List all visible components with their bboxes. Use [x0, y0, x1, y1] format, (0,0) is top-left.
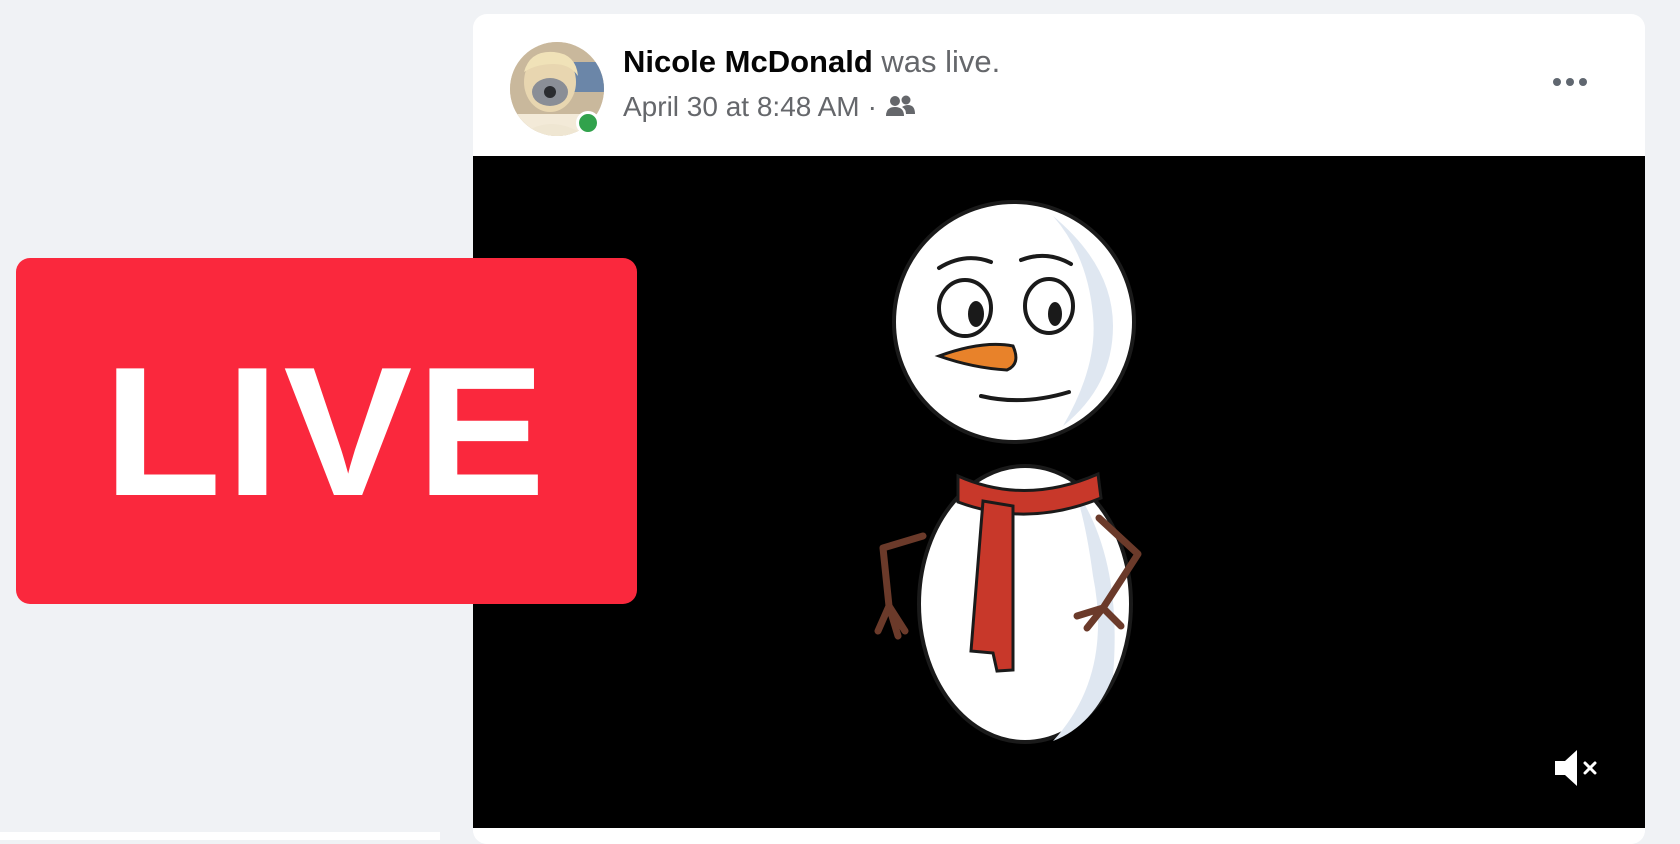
more-options-icon [1553, 78, 1561, 86]
meta-separator: · [867, 91, 877, 122]
live-badge-label: LIVE [103, 328, 550, 534]
muted-speaker-icon[interactable] [1549, 746, 1605, 790]
snowman-illustration [874, 200, 1142, 744]
video-player[interactable] [473, 156, 1645, 828]
page-background-strip [0, 832, 440, 840]
post-timestamp[interactable]: April 30 at 8:48 AM [623, 90, 860, 124]
post-author-line: Nicole McDonald was live. [623, 44, 1000, 80]
author-name[interactable]: Nicole McDonald [623, 44, 873, 79]
more-options-button[interactable] [1535, 64, 1605, 100]
post-body-area [473, 828, 1645, 844]
more-options-icon [1579, 78, 1587, 86]
post-header: Nicole McDonald was live. April 30 at 8:… [473, 14, 1645, 154]
live-badge: LIVE [16, 258, 637, 604]
post-action-text: was live. [881, 44, 1001, 79]
online-status-dot [576, 111, 600, 135]
more-options-icon [1566, 78, 1574, 86]
post-card: Nicole McDonald was live. April 30 at 8:… [473, 14, 1645, 844]
post-meta: April 30 at 8:48 AM · [623, 90, 915, 124]
friends-icon[interactable] [885, 94, 915, 120]
